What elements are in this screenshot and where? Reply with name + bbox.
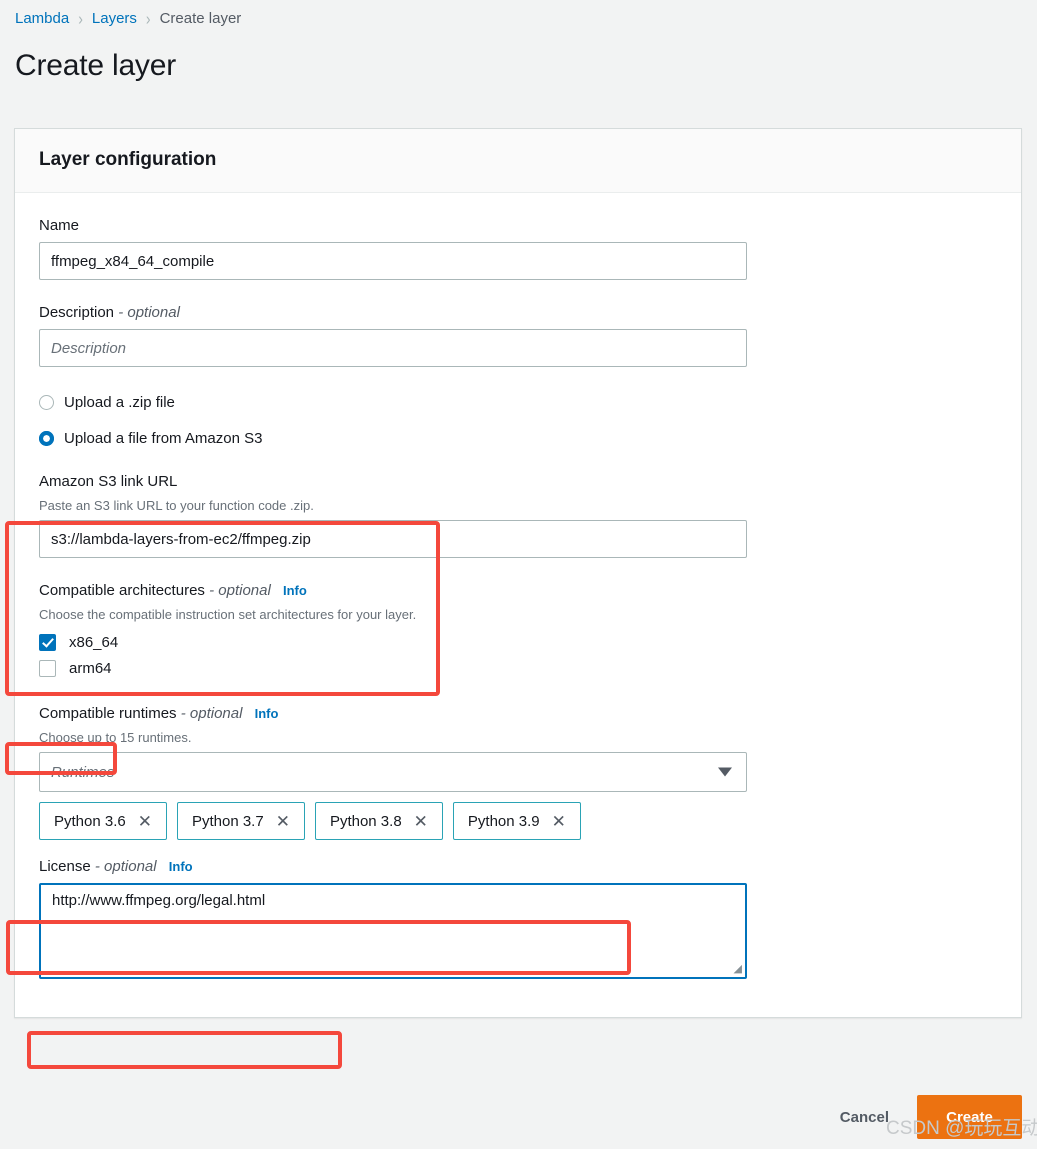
checkbox-x86-64-label: x86_64 <box>69 633 119 651</box>
architectures-description: Choose the compatible instruction set ar… <box>39 607 417 622</box>
breadcrumb-separator-icon: › <box>145 8 151 28</box>
radio-upload-s3-label: Upload a file from Amazon S3 <box>64 429 263 447</box>
runtime-token[interactable]: Python 3.7 ✕ <box>176 802 305 840</box>
runtime-token-label: Python 3.8 <box>329 812 402 830</box>
runtime-token[interactable]: Python 3.6 ✕ <box>39 802 167 840</box>
breadcrumb-item-lambda[interactable]: Lambda <box>15 10 69 27</box>
name-input[interactable] <box>39 242 747 280</box>
description-input[interactable] <box>39 329 747 367</box>
page-title: Create layer <box>15 49 177 82</box>
runtimes-select-placeholder: Runtimes <box>51 763 115 781</box>
close-icon[interactable]: ✕ <box>276 813 290 830</box>
runtime-token[interactable]: Python 3.8 ✕ <box>314 802 443 840</box>
resize-handle-icon[interactable]: ◢ <box>734 964 742 975</box>
s3-link-description: Paste an S3 link URL to your function co… <box>39 498 314 513</box>
checkbox-arm64[interactable]: arm64 <box>39 655 997 681</box>
description-label: Description - optional <box>39 304 997 321</box>
close-icon[interactable]: ✕ <box>414 813 428 830</box>
checkbox-x86-64-icon[interactable] <box>39 633 56 651</box>
close-icon[interactable]: ✕ <box>552 813 566 830</box>
cancel-button[interactable]: Cancel <box>840 1109 889 1126</box>
runtime-token-label: Python 3.7 <box>191 812 264 830</box>
runtimes-optional-tag: - optional <box>180 705 243 722</box>
runtimes-description: Choose up to 15 runtimes. <box>39 730 192 745</box>
license-label-text: License <box>39 858 91 875</box>
name-label: Name <box>39 217 80 234</box>
radio-upload-zip-icon[interactable] <box>39 394 54 410</box>
checkbox-x86-64[interactable]: x86_64 <box>39 629 997 655</box>
checkbox-arm64-label: arm64 <box>69 659 112 677</box>
card-body: Name Description - optional Upload a .zi… <box>5 193 1021 1069</box>
s3-link-input[interactable] <box>39 520 747 558</box>
runtimes-label: Compatible runtimes - optional Info <box>39 705 997 722</box>
architectures-label: Compatible architectures - optional Info <box>39 582 997 599</box>
card-header: Layer configuration <box>15 129 1021 193</box>
runtime-token[interactable]: Python 3.9 ✕ <box>452 802 581 840</box>
annotation-box-license-url <box>27 1031 342 1069</box>
checkbox-arm64-icon[interactable] <box>39 659 56 677</box>
breadcrumb-separator-icon: › <box>78 8 83 28</box>
license-textarea[interactable]: http://www.ffmpeg.org/legal.html ◢ <box>39 883 747 979</box>
runtime-token-label: Python 3.9 <box>467 812 540 830</box>
license-textarea-value: http://www.ffmpeg.org/legal.html <box>52 892 266 909</box>
description-label-text: Description <box>39 304 115 321</box>
create-button[interactable]: Create <box>917 1095 1022 1139</box>
architectures-label-text: Compatible architectures <box>39 582 205 599</box>
license-label: License - optional Info <box>39 858 997 875</box>
runtime-token-label: Python 3.6 <box>54 812 126 830</box>
close-icon[interactable]: ✕ <box>138 813 152 830</box>
architectures-optional-tag: - optional <box>209 582 271 599</box>
runtimes-label-text: Compatible runtimes <box>39 705 177 722</box>
breadcrumb-item-layers[interactable]: Layers <box>92 10 137 27</box>
s3-link-label: Amazon S3 link URL <box>39 473 178 490</box>
card-header-title: Layer configuration <box>39 149 217 170</box>
runtimes-select[interactable]: Runtimes <box>39 752 747 792</box>
radio-upload-s3-icon[interactable] <box>39 430 54 446</box>
runtimes-token-list: Python 3.6 ✕ Python 3.7 ✕ Python 3.8 ✕ P… <box>39 802 997 840</box>
form-footer: Cancel Create <box>0 1085 1037 1149</box>
radio-upload-s3[interactable]: Upload a file from Amazon S3 <box>39 427 997 449</box>
radio-upload-zip[interactable]: Upload a .zip file <box>39 391 997 413</box>
chevron-down-icon[interactable] <box>718 767 732 777</box>
license-optional-tag: - optional <box>94 858 157 875</box>
architectures-info-link[interactable]: Info <box>283 583 307 598</box>
description-optional-tag: - optional <box>118 304 180 321</box>
license-info-link[interactable]: Info <box>169 859 193 874</box>
breadcrumb-item-create-layer: Create layer <box>159 9 242 27</box>
radio-upload-zip-label: Upload a .zip file <box>64 393 175 411</box>
layer-configuration-card: Layer configuration Name Description - o… <box>5 128 1022 1069</box>
breadcrumb: Lambda › Layers › Create layer <box>0 0 1037 31</box>
runtimes-info-link[interactable]: Info <box>255 706 279 721</box>
